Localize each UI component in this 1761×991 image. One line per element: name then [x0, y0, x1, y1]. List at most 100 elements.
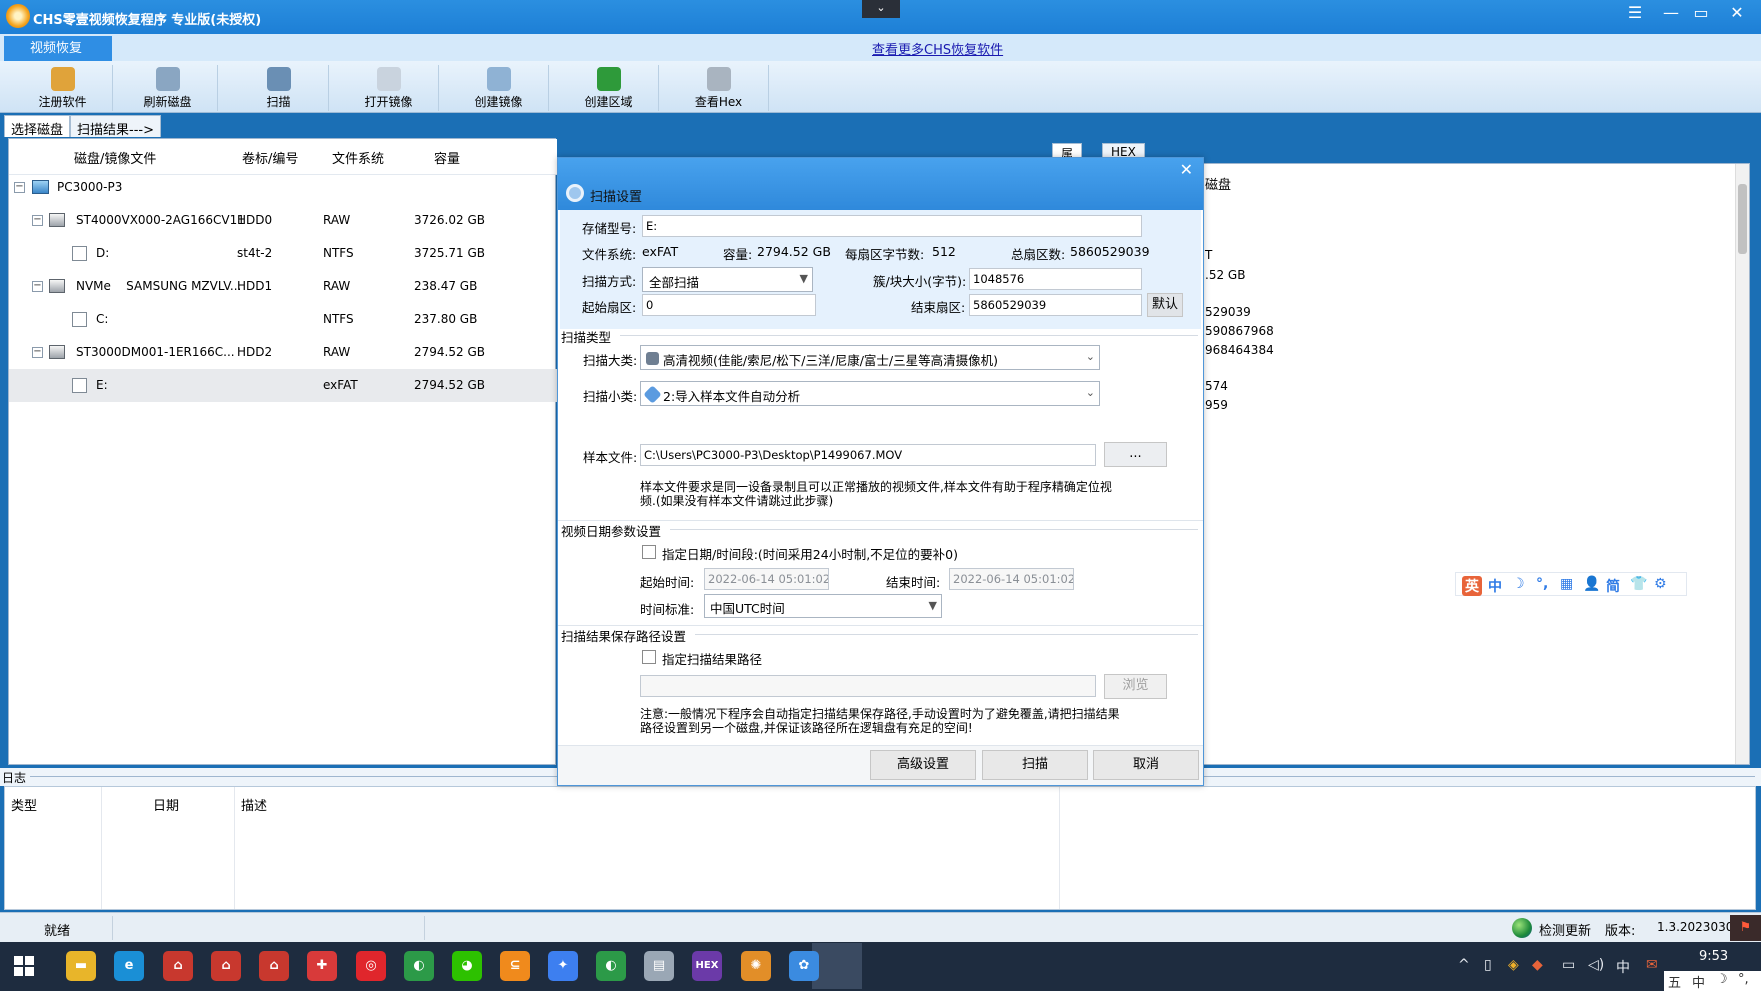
- ime-settings-icon[interactable]: ⚙: [1654, 576, 1667, 592]
- scan-minor-select[interactable]: 2:导入样本文件自动分析 ⌄: [640, 381, 1100, 406]
- netease-music-taskbar-icon[interactable]: ◎: [356, 951, 386, 981]
- create-image-button[interactable]: 创建镜像: [449, 65, 549, 111]
- partition-row[interactable]: C: NTFS 237.80 GB: [9, 303, 557, 336]
- menu-button[interactable]: ☰: [1620, 2, 1650, 26]
- tab-video-recovery[interactable]: 视频恢复: [4, 36, 112, 61]
- log-header-type[interactable]: 类型: [11, 795, 37, 814]
- tab-scan-results[interactable]: 扫描结果--->: [70, 115, 161, 138]
- save-path-field[interactable]: [640, 675, 1096, 697]
- medical-app-taskbar-icon[interactable]: ✚: [307, 951, 337, 981]
- collapse-toggle-icon[interactable]: −: [32, 281, 43, 292]
- storage-model-field[interactable]: E:: [642, 215, 1142, 237]
- scroll-thumb[interactable]: [1738, 184, 1747, 254]
- dropdown-arrow-icon: ▼: [799, 272, 808, 285]
- timezone-select[interactable]: 中国UTC时间 ▼: [704, 594, 942, 618]
- date-range-checkbox[interactable]: [642, 545, 656, 559]
- default-button[interactable]: 默认: [1147, 293, 1183, 317]
- tab-select-disk[interactable]: 选择磁盘: [4, 115, 71, 138]
- scan-mode-select[interactable]: 全部扫描 ▼: [642, 267, 813, 292]
- disk-row[interactable]: − NVMe SAMSUNG MZVLV... HDD1 RAW 238.47 …: [9, 270, 557, 303]
- view-hex-button[interactable]: 查看Hex: [669, 65, 769, 111]
- taskbar-clock[interactable]: 9:53: [1699, 949, 1728, 964]
- tray-usb-icon[interactable]: ▯: [1484, 957, 1492, 973]
- remote-app-taskbar-icon[interactable]: ✿: [789, 951, 819, 981]
- flag-icon[interactable]: ⚑: [1730, 915, 1761, 941]
- hex-app-taskbar-icon[interactable]: HEX: [692, 951, 722, 981]
- register-software-button[interactable]: 注册软件: [13, 65, 113, 111]
- disk-row[interactable]: − ST3000DM001-1ER166C... HDD2 RAW 2794.5…: [9, 336, 557, 369]
- advanced-settings-button[interactable]: 高级设置: [870, 750, 976, 780]
- start-sector-field[interactable]: 0: [642, 294, 816, 316]
- orange-app-taskbar-icon[interactable]: ⊆: [500, 951, 530, 981]
- pdf-3-taskbar-icon[interactable]: ⌂: [259, 951, 289, 981]
- ime-keyboard-icon[interactable]: ▦: [1560, 576, 1573, 592]
- save-path-check-label[interactable]: 指定扫描结果路径: [662, 649, 762, 668]
- end-sector-field[interactable]: 5860529039: [969, 294, 1142, 316]
- more-software-link[interactable]: 查看更多CHS恢复软件: [872, 39, 1003, 58]
- pdf-2-taskbar-icon[interactable]: ⌂: [211, 951, 241, 981]
- partition-row-selected[interactable]: E: exFAT 2794.52 GB: [9, 369, 557, 402]
- cluster-size-field[interactable]: 1048576: [969, 268, 1142, 290]
- tray-message-icon[interactable]: ✉: [1646, 957, 1658, 973]
- ime-status-bar[interactable]: 五 中 ☽ °,: [1664, 971, 1761, 991]
- ime-simplified-icon[interactable]: 简: [1606, 576, 1620, 596]
- pdf-1-taskbar-icon[interactable]: ⌂: [163, 951, 193, 981]
- collapse-ribbon-button[interactable]: ⌄: [862, 0, 900, 18]
- wechat-taskbar-icon[interactable]: ◕: [452, 951, 482, 981]
- collapse-toggle-icon[interactable]: −: [32, 215, 43, 226]
- computer-name: PC3000-P3: [57, 180, 123, 194]
- start-time-field[interactable]: 2022-06-14 05:01:02: [704, 568, 829, 590]
- disk-tool-taskbar-icon[interactable]: ▤: [644, 951, 674, 981]
- close-window-button[interactable]: ✕: [1722, 2, 1752, 26]
- scan-major-select[interactable]: 高清视频(佳能/索尼/松下/三洋/尼康/富士/三星等高清摄像机) ⌄: [640, 345, 1100, 370]
- tray-security-icon[interactable]: ◈: [1508, 957, 1519, 973]
- partition-row[interactable]: D: st4t-2 NTFS 3725.71 GB: [9, 237, 557, 270]
- tray-app-icon[interactable]: ◆: [1532, 957, 1543, 973]
- collapse-toggle-icon[interactable]: −: [32, 347, 43, 358]
- collapse-toggle-icon[interactable]: −: [14, 182, 25, 193]
- end-time-field[interactable]: 2022-06-14 05:01:02: [949, 568, 1074, 590]
- date-range-label[interactable]: 指定日期/时间段:(时间采用24小时制,不足位的要补0): [662, 544, 958, 563]
- tray-network-icon[interactable]: ▭: [1562, 957, 1575, 973]
- log-header-date[interactable]: 日期: [153, 795, 179, 814]
- column-header-filesystem[interactable]: 文件系统: [332, 148, 384, 167]
- feishu-taskbar-icon[interactable]: ✦: [548, 951, 578, 981]
- tray-volume-icon[interactable]: ◁): [1588, 957, 1604, 973]
- create-region-button[interactable]: 创建区域: [559, 65, 659, 111]
- check-update-link[interactable]: 检测更新: [1539, 920, 1591, 939]
- disk-row[interactable]: − ST4000VX000-2AG166CV11 HDD0 RAW 3726.0…: [9, 204, 557, 237]
- green-app-1-taskbar-icon[interactable]: ◐: [404, 951, 434, 981]
- sample-file-field[interactable]: C:\Users\PC3000-P3\Desktop\P1499067.MOV: [640, 444, 1096, 466]
- scan-button[interactable]: 扫描: [982, 750, 1088, 780]
- properties-scrollbar[interactable]: [1735, 164, 1749, 764]
- chs-app-taskbar-icon[interactable]: ✺: [741, 951, 771, 981]
- refresh-disk-icon: [155, 67, 180, 91]
- column-header-label[interactable]: 卷标/编号: [242, 148, 298, 167]
- tray-overflow-icon[interactable]: ^: [1458, 957, 1470, 973]
- green-app-2-taskbar-icon[interactable]: ◐: [596, 951, 626, 981]
- scan-toolbar-button[interactable]: 扫描: [229, 65, 329, 111]
- ime-user-icon[interactable]: 👤: [1583, 576, 1600, 592]
- cancel-button[interactable]: 取消: [1093, 750, 1199, 780]
- ime-chinese-icon[interactable]: 中: [1488, 576, 1502, 596]
- refresh-disk-button[interactable]: 刷新磁盘: [118, 65, 218, 111]
- sample-browse-button[interactable]: ...: [1104, 442, 1167, 467]
- open-image-button[interactable]: 打开镜像: [339, 65, 439, 111]
- minimize-button[interactable]: —: [1656, 2, 1686, 26]
- dialog-close-button[interactable]: ✕: [1180, 160, 1193, 179]
- ime-moon-icon[interactable]: ☽: [1512, 576, 1525, 592]
- save-path-browse-button[interactable]: 浏览: [1104, 674, 1167, 699]
- tree-root-row[interactable]: − PC3000-P3: [9, 171, 557, 204]
- ime-logo-icon[interactable]: 英: [1462, 576, 1482, 596]
- save-path-checkbox[interactable]: [642, 650, 656, 664]
- edge-taskbar-icon[interactable]: e: [114, 951, 144, 981]
- column-header-capacity[interactable]: 容量: [434, 148, 460, 167]
- windows-start-icon[interactable]: [14, 956, 34, 976]
- restore-button[interactable]: ▭: [1686, 2, 1716, 26]
- file-explorer-taskbar-icon[interactable]: ▬: [66, 951, 96, 981]
- log-header-description[interactable]: 描述: [241, 795, 267, 814]
- column-header-disk[interactable]: 磁盘/镜像文件: [74, 148, 156, 167]
- ime-punctuation-icon[interactable]: °,: [1536, 576, 1548, 592]
- ime-skin-icon[interactable]: 👕: [1630, 576, 1647, 592]
- tray-input-language-icon[interactable]: 中: [1616, 957, 1630, 977]
